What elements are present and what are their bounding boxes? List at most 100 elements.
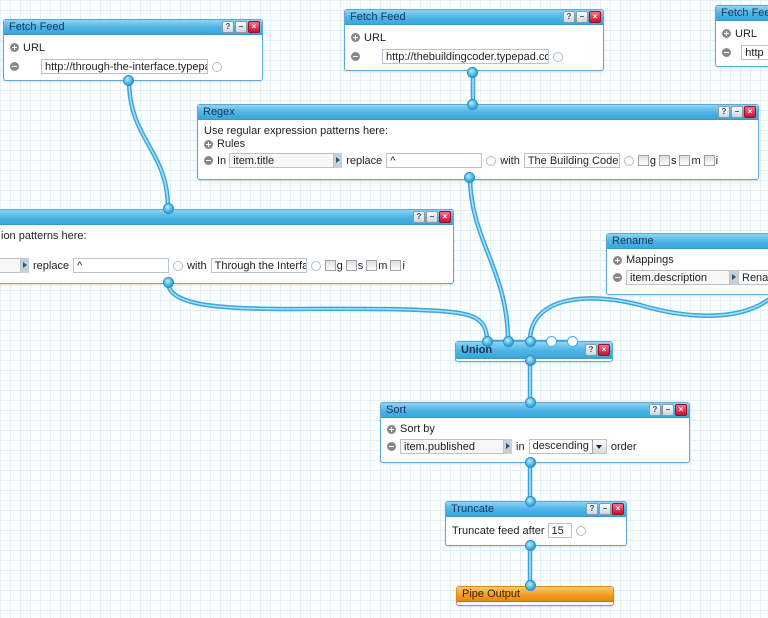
module-header[interactable]: Regex ? – ×: [198, 105, 758, 120]
pattern-input[interactable]: ^: [386, 153, 483, 168]
regex-module-2[interactable]: ? – × ion patterns here: replace ^ with …: [0, 209, 454, 284]
flag-m-checkbox[interactable]: [366, 260, 378, 271]
order-select[interactable]: descending: [528, 439, 607, 454]
field-picker-arrow-icon[interactable]: [504, 439, 512, 454]
url-input[interactable]: http://through-the-interface.typepa: [41, 59, 208, 74]
chevron-down-icon[interactable]: [591, 440, 606, 453]
regex1-output-port[interactable]: [464, 172, 475, 183]
regex-module-1[interactable]: Regex ? – × Use regular expression patte…: [197, 104, 759, 180]
add-sort-key-icon[interactable]: [387, 424, 396, 434]
remove-mapping-icon[interactable]: [613, 273, 622, 282]
terminal-icon[interactable]: [310, 260, 321, 271]
remove-sort-key-icon[interactable]: [387, 442, 396, 451]
add-rule-icon[interactable]: [204, 139, 213, 149]
regex2-output-port[interactable]: [163, 277, 174, 288]
module-header[interactable]: ? – ×: [0, 210, 453, 225]
url-input[interactable]: http: [741, 45, 768, 60]
close-icon[interactable]: ×: [675, 404, 687, 416]
union-input-port-3[interactable]: [525, 336, 536, 347]
fetch-feed-module-2[interactable]: Fetch Feed ? – × URL http://thebuildingc…: [344, 9, 604, 71]
flag-s-checkbox[interactable]: [658, 155, 670, 166]
terminal-icon[interactable]: [173, 260, 184, 271]
flag-g-checkbox[interactable]: [324, 260, 336, 271]
pipe-output-module[interactable]: Pipe Output: [456, 586, 614, 606]
help-icon[interactable]: ?: [586, 503, 598, 515]
flag-g-checkbox[interactable]: [637, 155, 649, 166]
field-picker-arrow-icon[interactable]: [21, 258, 29, 273]
close-icon[interactable]: ×: [612, 503, 624, 515]
url-input[interactable]: http://thebuildingcoder.typepad.co: [382, 49, 549, 64]
regex1-input-port[interactable]: [467, 99, 478, 110]
sort-field-input[interactable]: item.published: [400, 439, 504, 454]
flag-s-checkbox[interactable]: [345, 260, 357, 271]
module-header[interactable]: Fetch Feed ? – ×: [4, 20, 262, 35]
field-picker-arrow-icon[interactable]: [730, 270, 738, 285]
help-icon[interactable]: ?: [718, 106, 730, 118]
sort-output-port[interactable]: [525, 457, 536, 468]
field-picker-arrow-icon[interactable]: [334, 153, 343, 168]
fetch2-output-port[interactable]: [467, 67, 478, 78]
terminal-icon[interactable]: [575, 525, 586, 536]
truncate-output-port[interactable]: [525, 540, 536, 551]
minimize-icon[interactable]: –: [235, 21, 247, 33]
help-icon[interactable]: ?: [563, 11, 575, 23]
close-icon[interactable]: ×: [744, 106, 756, 118]
add-url-icon[interactable]: [722, 29, 731, 38]
union-input-port-2[interactable]: [503, 336, 514, 347]
fetch-feed-module-3[interactable]: Fetch Fee URL http: [715, 5, 768, 67]
pattern-input[interactable]: ^: [73, 258, 170, 273]
union-input-port-1[interactable]: [482, 336, 493, 347]
remove-rule-icon[interactable]: [204, 156, 213, 165]
union-output-port[interactable]: [525, 355, 536, 366]
minimize-icon[interactable]: –: [731, 106, 743, 118]
add-url-icon[interactable]: [10, 43, 19, 52]
flag-i-checkbox[interactable]: [390, 260, 402, 271]
remove-url-icon[interactable]: [351, 52, 360, 61]
union-input-port-5[interactable]: [567, 336, 578, 347]
terminal-icon[interactable]: [212, 61, 222, 72]
add-url-icon[interactable]: [351, 33, 360, 42]
flag-i-checkbox[interactable]: [703, 155, 715, 166]
truncate-input-port[interactable]: [525, 496, 536, 507]
field-input[interactable]: item.description: [626, 270, 730, 285]
flag-m-checkbox[interactable]: [679, 155, 691, 166]
help-icon[interactable]: ?: [413, 211, 425, 223]
minimize-icon[interactable]: –: [426, 211, 438, 223]
minimize-icon[interactable]: –: [662, 404, 674, 416]
minimize-icon[interactable]: –: [576, 11, 588, 23]
replacement-input[interactable]: The Building Code: [523, 153, 620, 168]
truncate-count-input[interactable]: 15: [547, 523, 572, 538]
rename-target-input[interactable]: Rena: [738, 270, 768, 285]
field-input[interactable]: [0, 258, 21, 273]
union-input-port-4[interactable]: [546, 336, 557, 347]
rename-module[interactable]: Rename Mappings item.description Rena: [606, 233, 768, 295]
close-icon[interactable]: ×: [248, 21, 260, 33]
help-icon[interactable]: ?: [649, 404, 661, 416]
terminal-icon[interactable]: [623, 155, 634, 166]
help-icon[interactable]: ?: [222, 21, 234, 33]
fetch1-output-port[interactable]: [123, 75, 134, 86]
help-icon[interactable]: ?: [585, 344, 597, 356]
replacement-input[interactable]: Through the Interfa: [210, 258, 307, 273]
module-header[interactable]: Truncate ? – ×: [446, 502, 626, 517]
close-icon[interactable]: ×: [598, 344, 610, 356]
close-icon[interactable]: ×: [589, 11, 601, 23]
minimize-icon[interactable]: –: [599, 503, 611, 515]
module-header[interactable]: Fetch Feed ? – ×: [345, 10, 603, 25]
terminal-icon[interactable]: [486, 155, 497, 166]
remove-url-icon[interactable]: [722, 48, 731, 57]
module-header[interactable]: Rename: [607, 234, 768, 249]
module-header[interactable]: Fetch Fee: [716, 6, 768, 21]
add-mapping-icon[interactable]: [613, 255, 622, 265]
terminal-icon[interactable]: [553, 51, 563, 62]
truncate-module[interactable]: Truncate ? – × Truncate feed after 15: [445, 501, 627, 546]
remove-url-icon[interactable]: [10, 62, 19, 71]
regex2-input-port[interactable]: [163, 203, 174, 214]
output-input-port[interactable]: [525, 580, 536, 591]
fetch-feed-module-1[interactable]: Fetch Feed ? – × URL http://through-the-…: [3, 19, 263, 81]
close-icon[interactable]: ×: [439, 211, 451, 223]
sort-input-port[interactable]: [525, 397, 536, 408]
module-header[interactable]: Pipe Output: [457, 587, 613, 602]
sort-module[interactable]: Sort ? – × Sort by item.published in des…: [380, 402, 690, 463]
field-input[interactable]: item.title: [229, 153, 335, 168]
